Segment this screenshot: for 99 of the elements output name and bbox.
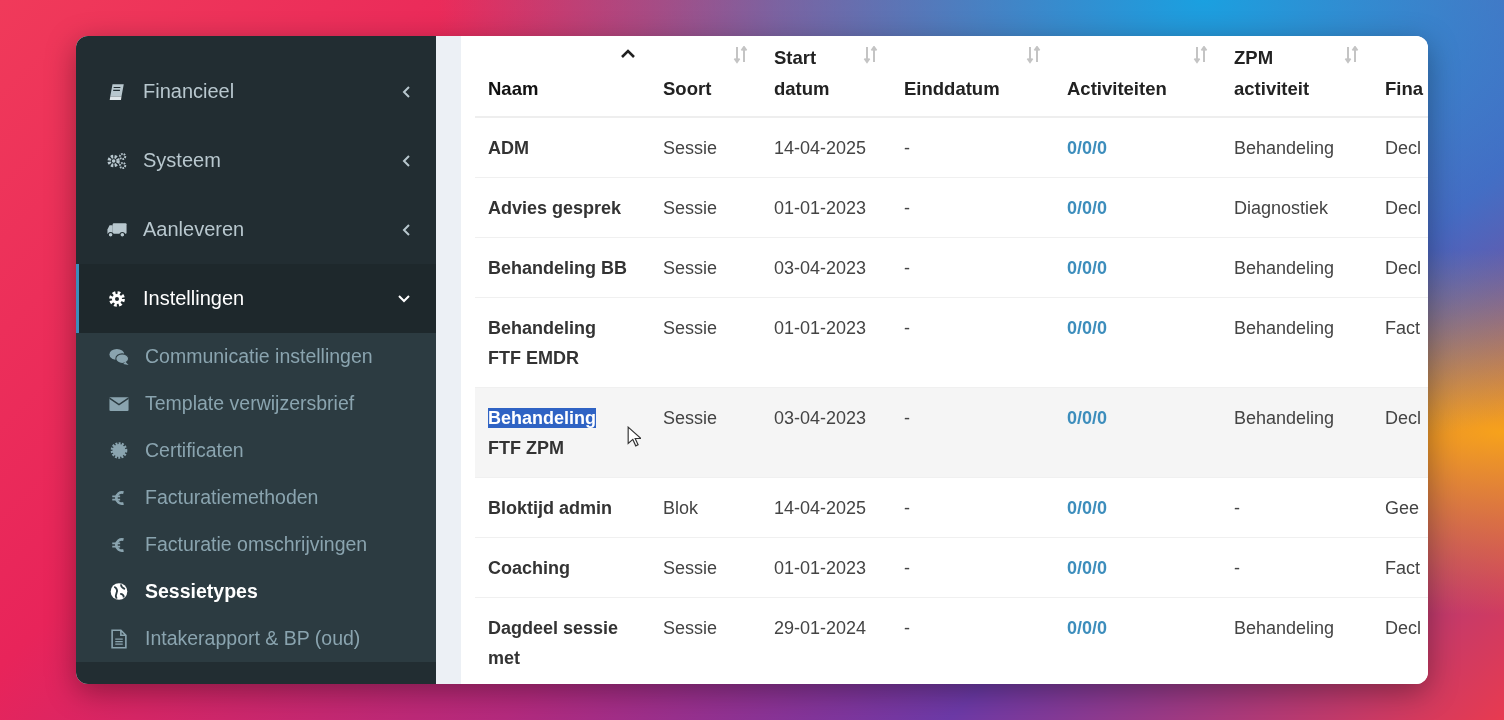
mouse-cursor-icon xyxy=(627,426,641,447)
table-cell-text: Behandeling xyxy=(1233,407,1336,430)
table-cell-text: Decl xyxy=(1384,257,1422,280)
table-cell-text: - xyxy=(903,497,911,520)
submenu-item[interactable]: Facturatie omschrijvingen xyxy=(76,521,436,568)
table-row[interactable]: Bloktijd admin Blok 14-04-2025 - 0/0/0 - Gee xyxy=(475,478,1428,538)
table-cell-text: Dagdeel sessie met xyxy=(487,617,620,670)
submenu-item[interactable]: Sessietypes xyxy=(76,568,436,615)
table-cell-text: Behandeling xyxy=(1233,257,1336,280)
table-cell-text: 14-04-2025 xyxy=(773,137,868,160)
document-icon xyxy=(108,628,130,649)
truck-icon xyxy=(106,221,128,238)
table-row[interactable]: Behandeling BB Sessie 03-04-2023 - 0/0/0 Behandeling Decl xyxy=(475,238,1428,298)
table-cell-text: Sessie xyxy=(662,557,719,580)
submenu-item[interactable]: Facturatiemethoden xyxy=(76,474,436,521)
table-row[interactable]: Dagdeel sessie met Sessie 29-01-2024 - 0/0/0 Behandeling Decl xyxy=(475,598,1428,684)
sort-icon[interactable] xyxy=(1026,46,1042,64)
column-header[interactable]: Activiteiten xyxy=(1054,36,1221,119)
sort-icon[interactable] xyxy=(733,46,749,64)
activities-link[interactable]: 0/0/0 xyxy=(1054,478,1221,537)
table-cell-text: Decl xyxy=(1384,197,1422,220)
submenu-item[interactable]: Certificaten xyxy=(76,427,436,474)
table-cell-text: Advies gesprek xyxy=(487,197,623,220)
envelope-icon xyxy=(108,395,130,412)
table-cell-text: Behandeling BB xyxy=(487,257,628,280)
table-cell-text: Decl xyxy=(1384,137,1422,160)
chevron-left-icon xyxy=(402,223,410,236)
activities-link[interactable]: 0/0/0 xyxy=(1054,118,1221,177)
column-header[interactable]: ZPM activiteit xyxy=(1221,36,1372,119)
table-cell-text: Sessie xyxy=(662,137,719,160)
table-cell-text: Sessie xyxy=(662,257,719,280)
column-header[interactable]: Start datum xyxy=(761,36,891,119)
submenu-item[interactable]: Communicatie instellingen xyxy=(76,333,436,380)
table-cell-text: Sessie xyxy=(662,617,719,640)
gears-icon xyxy=(106,151,128,170)
table-cell-text: Fact xyxy=(1384,557,1421,580)
chevron-left-icon xyxy=(402,154,410,167)
column-header[interactable]: Einddatum xyxy=(891,36,1054,119)
table-cell-text: Behandeling xyxy=(1233,137,1336,160)
table-cell-text: 01-01-2023 xyxy=(773,317,868,340)
table-cell-text: Behandeling xyxy=(1233,617,1336,640)
table-cell-text: Coaching xyxy=(487,557,571,580)
table-cell-text: - xyxy=(903,407,911,430)
sidebar-item[interactable]: Aanleveren xyxy=(76,195,436,264)
sort-ascending-icon[interactable] xyxy=(620,49,636,59)
table-cell-text: - xyxy=(1233,497,1241,520)
table-cell-text: Blok xyxy=(662,497,699,520)
chevron-left-icon xyxy=(402,85,410,98)
table-cell-text: - xyxy=(903,317,911,340)
chat-bubbles-icon xyxy=(108,348,130,365)
table-row[interactable]: Coaching Sessie 01-01-2023 - 0/0/0 - Fact xyxy=(475,538,1428,598)
badge-icon xyxy=(108,441,130,460)
column-header[interactable]: Soort xyxy=(650,36,761,119)
table-cell-text: 03-04-2023 xyxy=(773,257,868,280)
table-cell-text: - xyxy=(903,557,911,580)
table-row[interactable]: ADM Sessie 14-04-2025 - 0/0/0 Behandeling Decl xyxy=(475,118,1428,178)
table-cell-text: 01-01-2023 xyxy=(773,197,868,220)
globe-icon xyxy=(108,582,130,601)
sidebar-item[interactable]: Systeem xyxy=(76,126,436,195)
table-cell-text: - xyxy=(903,197,911,220)
sort-icon[interactable] xyxy=(1193,46,1209,64)
table-cell-text: - xyxy=(1233,557,1241,580)
submenu-item[interactable]: Intakerapport & BP (oud) xyxy=(76,615,436,662)
table-cell-text: Bloktijd admin xyxy=(487,497,613,520)
table-cell-text: 01-01-2023 xyxy=(773,557,868,580)
table-cell-text: - xyxy=(903,257,911,280)
table-cell-text: Fact xyxy=(1384,317,1421,340)
table-cell-text: - xyxy=(903,137,911,160)
sort-icon[interactable] xyxy=(863,46,879,64)
sort-icon[interactable] xyxy=(1344,46,1360,64)
activities-link[interactable]: 0/0/0 xyxy=(1054,598,1221,684)
column-header[interactable]: Naam xyxy=(475,36,650,119)
chevron-down-icon xyxy=(398,294,410,303)
sidebar-item[interactable]: Instellingen xyxy=(76,264,436,333)
activities-link[interactable]: 0/0/0 xyxy=(1054,538,1221,597)
table-cell-text: Sessie xyxy=(662,407,719,430)
table-row[interactable]: Advies gesprek Sessie 01-01-2023 - 0/0/0 Diagnostiek Decl xyxy=(475,178,1428,238)
activities-link[interactable]: 0/0/0 xyxy=(1054,238,1221,297)
table-cell-text: Sessie xyxy=(662,317,719,340)
table-cell-text: Behandeling FTF ZPM xyxy=(487,407,598,460)
table-cell-text: Decl xyxy=(1384,407,1422,430)
table-cell-text: Diagnostiek xyxy=(1233,197,1330,220)
table-cell-text: Decl xyxy=(1384,617,1422,640)
activities-link[interactable]: 0/0/0 xyxy=(1054,178,1221,237)
table-cell-text: ADM xyxy=(487,137,530,160)
table-cell-text: Sessie xyxy=(662,197,719,220)
table-row[interactable]: Behandeling FTF ZPM Sessie 03-04-2023 - 0/0/0 Behandeling Decl xyxy=(475,388,1428,478)
table-cell-text: Behandeling FTF EMDR xyxy=(487,317,597,370)
table-cell-text: 03-04-2023 xyxy=(773,407,868,430)
table-cell-text: Gee xyxy=(1384,497,1421,520)
submenu-item[interactable]: Template verwijzersbrief xyxy=(76,380,436,427)
sidebar-item[interactable]: Financieel xyxy=(76,57,436,126)
settings-icon xyxy=(106,289,128,308)
table-cell-text: 29-01-2024 xyxy=(773,617,868,640)
table-cell-text: Behandeling xyxy=(1233,317,1336,340)
table-cell-text: - xyxy=(903,617,911,640)
table-cell-text: 14-04-2025 xyxy=(773,497,868,520)
column-header[interactable]: Fina xyxy=(1372,36,1428,119)
activities-link[interactable]: 0/0/0 xyxy=(1054,298,1221,387)
